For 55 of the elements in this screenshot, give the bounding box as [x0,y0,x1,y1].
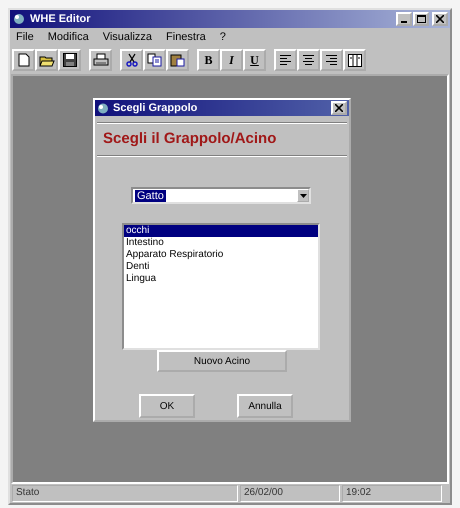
status-panel: Stato [12,485,238,502]
status-panel: 19:02 [342,485,442,502]
align-right-icon [325,54,338,66]
list-box[interactable]: occhi Intestino Apparato Respiratorio Denti Lingua [122,223,320,350]
toolbar-button[interactable] [320,49,343,71]
list-item[interactable]: Denti [124,261,318,273]
dropdown-field[interactable]: Gatto [131,187,311,204]
list-item[interactable]: occhi [124,225,318,237]
toolbar-button[interactable] [343,49,366,71]
app-icon [12,13,26,25]
menu-item[interactable]: Finestra [166,31,206,43]
columns-icon [348,54,362,66]
minimize-button[interactable] [396,12,412,26]
toolbar-button[interactable] [274,49,297,71]
close-button[interactable] [432,12,448,26]
menu-item[interactable]: Visualizza [102,31,152,43]
status-panel: 26/02/00 [240,485,340,502]
toolbar-button[interactable] [297,49,320,71]
folder-icon [38,54,54,66]
close-icon [436,15,444,23]
menu-item[interactable]: ? [220,31,226,43]
app-icon [97,102,109,114]
close-icon [335,104,343,112]
window-title: WHE Editor [30,13,90,25]
dropdown-value: Gatto [135,190,166,202]
dialog-title: Scegli Grappolo [113,102,198,114]
maximize-button[interactable] [413,12,429,26]
dialog-heading: Scegli il Grappolo/Acino [102,129,278,149]
ok-button[interactable]: OK [139,394,195,418]
printer-icon [92,53,108,67]
toolbar-button[interactable] [166,49,189,71]
toolbar-button[interactable] [58,49,81,71]
toolbar-button[interactable] [120,49,143,71]
underline-button[interactable]: U [243,49,266,71]
toolbar-button[interactable] [35,49,58,71]
menu-item[interactable]: File [16,31,34,43]
close-button[interactable] [331,101,347,115]
new-item-button[interactable]: Nuovo Acino [157,350,287,372]
align-center-icon [302,54,315,66]
menu-item[interactable]: Modifica [48,31,89,43]
italic-button[interactable]: I [220,49,243,71]
list-item[interactable]: Apparato Respiratorio [124,249,318,261]
list-item[interactable]: Intestino [124,237,318,249]
clipboard-icon [170,53,185,67]
new-document-icon [18,53,30,67]
scissors-icon [126,53,138,67]
list-item[interactable]: Lingua [124,273,318,285]
toolbar-button[interactable] [143,49,166,71]
copy-icon [147,53,162,67]
cancel-button[interactable]: Annulla [237,394,293,418]
maximize-icon [416,15,426,23]
toolbar-button[interactable] [89,49,112,71]
toolbar-button[interactable] [12,49,35,71]
align-left-icon [279,54,292,66]
bold-button[interactable]: B [197,49,220,71]
